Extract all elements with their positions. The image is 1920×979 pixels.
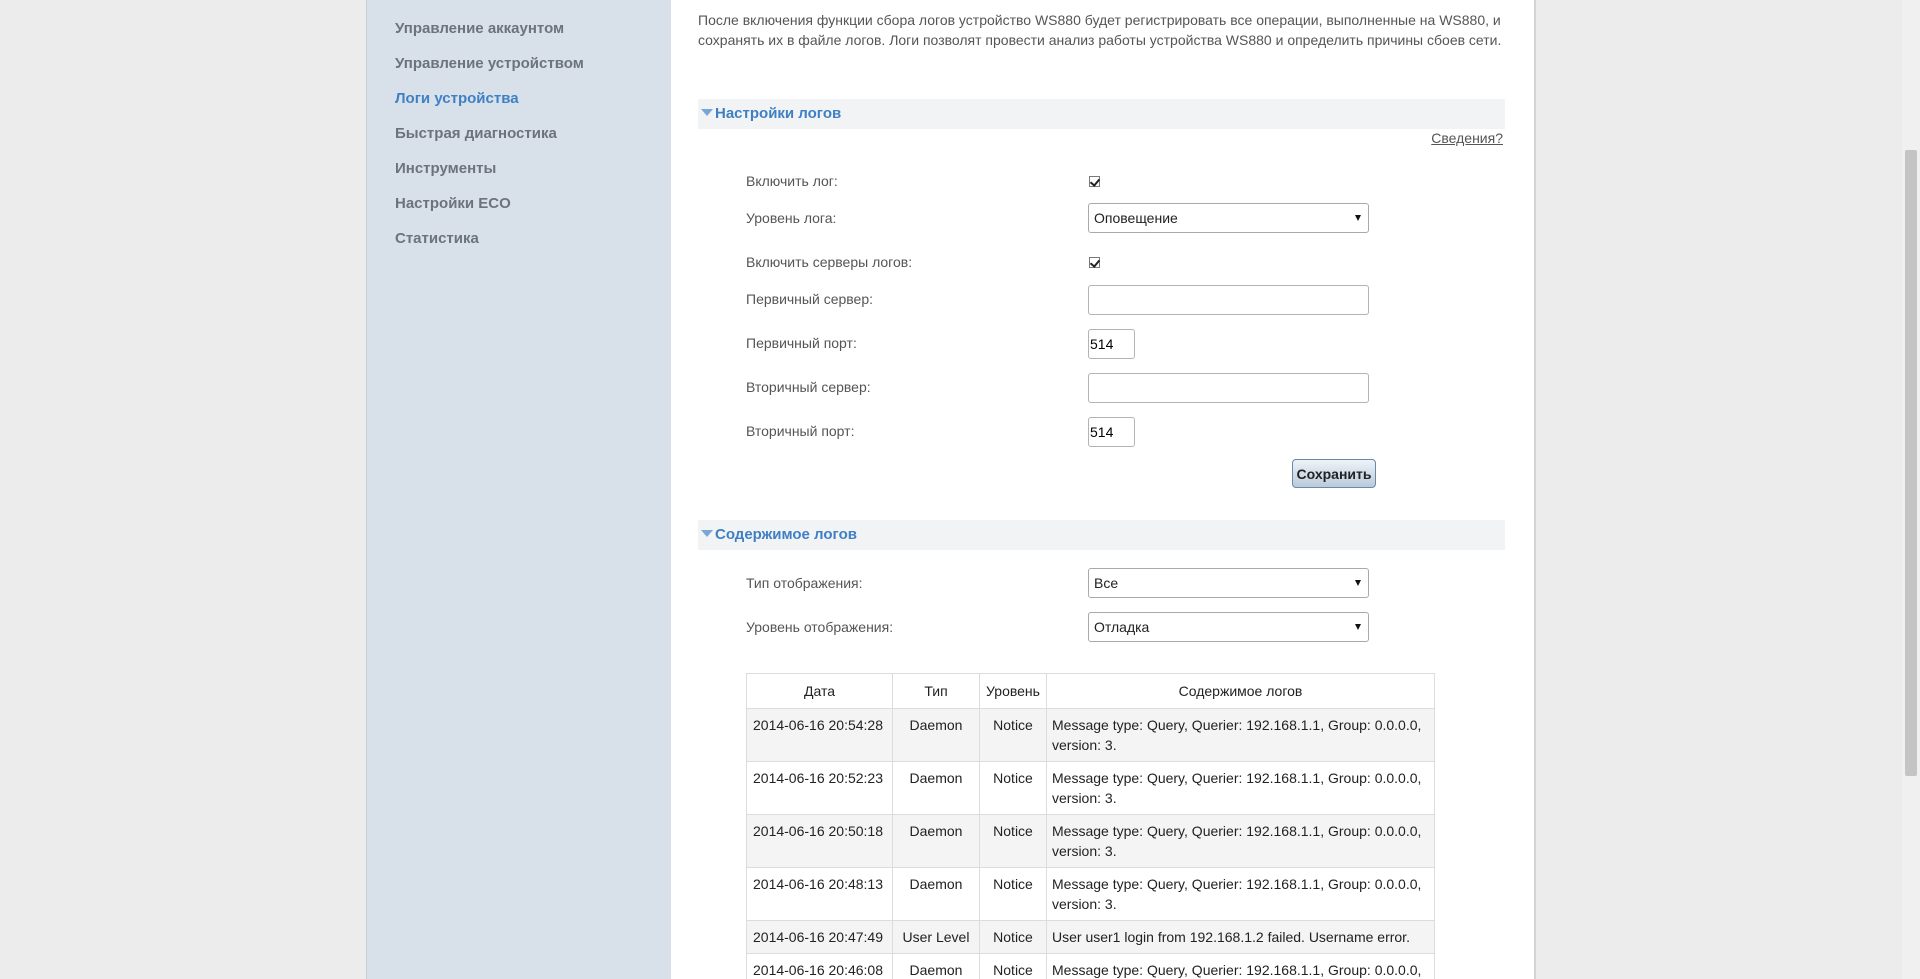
log-settings-header[interactable]: Настройки логов — [698, 99, 1505, 129]
enable-log-label: Включить лог: — [746, 173, 838, 189]
column-header-date: Дата — [746, 673, 893, 709]
sidebar-item-tools[interactable]: Инструменты — [395, 160, 496, 177]
save-button[interactable]: Сохранить — [1292, 459, 1376, 488]
sidebar: Управление аккаунтом Управление устройст… — [366, 0, 671, 979]
cell-content: Message type: Query, Querier: 192.168.1.… — [1046, 761, 1435, 815]
log-level-select[interactable]: Оповещение — [1088, 203, 1369, 233]
sidebar-item-account-management[interactable]: Управление аккаунтом — [395, 20, 564, 37]
cell-type: Daemon — [892, 761, 980, 815]
cell-type: Daemon — [892, 953, 980, 979]
dropdown-arrow-icon — [1355, 580, 1361, 586]
sidebar-item-device-logs[interactable]: Логи устройства — [395, 90, 519, 107]
column-header-content: Содержимое логов — [1046, 673, 1435, 709]
table-row: 2014-06-16 20:50:18 Daemon Notice Messag… — [746, 814, 1435, 868]
sidebar-item-device-management[interactable]: Управление устройством — [395, 55, 584, 72]
column-header-level: Уровень — [979, 673, 1047, 709]
page-scrollbar[interactable] — [1902, 0, 1920, 979]
secondary-port-label: Вторичный порт: — [746, 423, 855, 439]
cell-content: Message type: Query, Querier: 192.168.1.… — [1046, 814, 1435, 868]
collapse-triangle-icon — [701, 109, 713, 116]
display-type-select[interactable]: Все — [1088, 568, 1369, 598]
cell-type: Daemon — [892, 867, 980, 921]
log-level-label: Уровень лога: — [746, 210, 837, 226]
primary-server-label: Первичный сервер: — [746, 291, 874, 307]
primary-server-input[interactable] — [1088, 285, 1369, 315]
cell-level: Notice — [979, 867, 1047, 921]
secondary-server-label: Вторичный сервер: — [746, 379, 871, 395]
cell-date: 2014-06-16 20:47:49 — [746, 920, 893, 954]
enable-servers-checkbox[interactable] — [1089, 257, 1100, 268]
primary-port-label: Первичный порт: — [746, 335, 857, 351]
main-content: После включения функции сбора логов устр… — [671, 0, 1536, 979]
cell-date: 2014-06-16 20:48:13 — [746, 867, 893, 921]
dropdown-arrow-icon — [1355, 624, 1361, 630]
display-level-select[interactable]: Отладка — [1088, 612, 1369, 642]
cell-type: Daemon — [892, 708, 980, 762]
table-row: 2014-06-16 20:52:23 Daemon Notice Messag… — [746, 761, 1435, 815]
info-link[interactable]: Сведения? — [1431, 130, 1503, 146]
enable-servers-label: Включить серверы логов: — [746, 254, 913, 270]
cell-date: 2014-06-16 20:46:08 — [746, 953, 893, 979]
display-type-label: Тип отображения: — [746, 575, 863, 591]
sidebar-item-statistics[interactable]: Статистика — [395, 230, 479, 247]
display-level-value: Отладка — [1094, 619, 1150, 635]
cell-level: Notice — [979, 814, 1047, 868]
cell-content: Message type: Query, Querier: 192.168.1.… — [1046, 953, 1435, 979]
dropdown-arrow-icon — [1355, 215, 1361, 221]
log-contents-title: Содержимое логов — [715, 526, 857, 543]
cell-type: Daemon — [892, 814, 980, 868]
collapse-triangle-icon — [701, 530, 713, 537]
enable-log-checkbox[interactable] — [1089, 176, 1100, 187]
primary-port-input[interactable] — [1088, 329, 1135, 359]
cell-content: Message type: Query, Querier: 192.168.1.… — [1046, 867, 1435, 921]
display-type-value: Все — [1094, 575, 1119, 591]
log-contents-header[interactable]: Содержимое логов — [698, 520, 1505, 550]
sidebar-item-eco-settings[interactable]: Настройки ECO — [395, 195, 511, 212]
secondary-server-input[interactable] — [1088, 373, 1369, 403]
cell-content: Message type: Query, Querier: 192.168.1.… — [1046, 708, 1435, 762]
intro-text: После включения функции сбора логов устр… — [698, 12, 1502, 48]
cell-date: 2014-06-16 20:50:18 — [746, 814, 893, 868]
table-row: 2014-06-16 20:47:49 User Level Notice Us… — [746, 920, 1435, 954]
table-row: 2014-06-16 20:46:08 Daemon Notice Messag… — [746, 953, 1435, 979]
cell-type: User Level — [892, 920, 980, 954]
cell-level: Notice — [979, 920, 1047, 954]
table-row: 2014-06-16 20:54:28 Daemon Notice Messag… — [746, 708, 1435, 762]
log-table: Дата Тип Уровень Содержимое логов 2014-0… — [746, 673, 1435, 979]
table-header-row: Дата Тип Уровень Содержимое логов — [746, 673, 1435, 709]
log-level-value: Оповещение — [1094, 210, 1178, 226]
cell-level: Notice — [979, 953, 1047, 979]
cell-date: 2014-06-16 20:54:28 — [746, 708, 893, 762]
cell-level: Notice — [979, 708, 1047, 762]
secondary-port-input[interactable] — [1088, 417, 1135, 447]
sidebar-item-quick-diagnostics[interactable]: Быстрая диагностика — [395, 125, 557, 142]
display-level-label: Уровень отображения: — [746, 619, 894, 635]
cell-date: 2014-06-16 20:52:23 — [746, 761, 893, 815]
cell-level: Notice — [979, 761, 1047, 815]
column-header-type: Тип — [892, 673, 980, 709]
page-scrollbar-thumb[interactable] — [1905, 150, 1917, 776]
cell-content: User user1 login from 192.168.1.2 failed… — [1046, 920, 1435, 954]
log-settings-title: Настройки логов — [715, 105, 842, 122]
log-table-container: Дата Тип Уровень Содержимое логов 2014-0… — [746, 673, 1450, 979]
table-row: 2014-06-16 20:48:13 Daemon Notice Messag… — [746, 867, 1435, 921]
